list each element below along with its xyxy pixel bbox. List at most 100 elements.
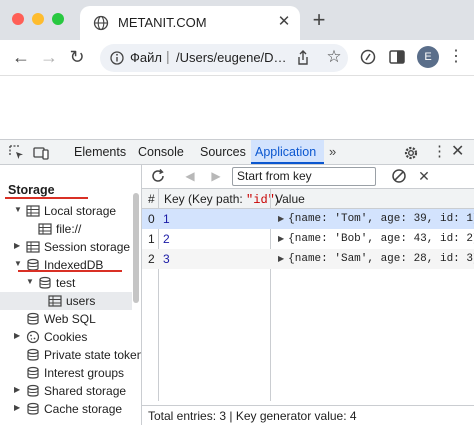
profile-avatar[interactable]: E (417, 46, 439, 68)
row-value[interactable]: ▶ {name: 'Sam', age: 28, id: 3} (278, 253, 474, 265)
column-header-key: Key (Key path: "id") (164, 192, 279, 207)
row-value[interactable]: ▶ {name: 'Tom', age: 39, id: 1} (278, 213, 474, 225)
delete-selected-icon[interactable]: ✕ (416, 168, 432, 184)
sidebar-item-test-db[interactable]: ▼ test (0, 274, 132, 292)
sidebar-scrollbar[interactable] (133, 193, 139, 303)
sidebar-item-label: users (66, 294, 96, 308)
sidebar-item-interest-groups[interactable]: Interest groups (0, 364, 132, 382)
device-toolbar-icon[interactable] (32, 144, 50, 162)
back-button[interactable]: ← (9, 45, 33, 69)
devtools-tab-application[interactable]: Application (251, 140, 324, 164)
expanded-arrow-icon[interactable]: ▼ (14, 259, 22, 268)
table-row[interactable]: 1 2 ▶ {name: 'Bob', age: 43, id: 2} (142, 229, 474, 249)
settings-gear-icon[interactable] (402, 144, 420, 162)
devtools-tabbar: Elements Console Sources Application » ⋮… (0, 139, 474, 165)
key-header-prefix: Key (Key path: (164, 192, 247, 206)
bookmark-star-icon[interactable]: ☆ (324, 47, 344, 67)
row-index: 1 (148, 232, 155, 246)
row-value[interactable]: ▶ {name: 'Bob', age: 43, id: 2} (278, 233, 474, 245)
forward-button[interactable]: → (37, 45, 61, 69)
cookie-icon (26, 330, 40, 344)
devtools-tab-sources[interactable]: Sources (196, 140, 250, 164)
table-icon (48, 295, 62, 307)
row-value-text: {name: 'Bob', age: 43, id: 2} (288, 233, 474, 245)
minimize-window-button[interactable] (32, 13, 44, 25)
browser-menu-icon[interactable]: ⋮ (448, 46, 464, 68)
sidebar-item-shared-storage[interactable]: ▶ Shared storage (0, 382, 132, 400)
tab-close-icon[interactable]: ✕ (276, 14, 292, 30)
refresh-icon[interactable] (150, 168, 166, 184)
expanded-arrow-icon[interactable]: ▼ (26, 277, 34, 286)
collapsed-arrow-icon[interactable]: ▶ (14, 331, 20, 340)
sidebar-item-label: Session storage (44, 240, 131, 254)
sidebar-item-file[interactable]: file:// (0, 220, 132, 238)
sidebar-item-label: Local storage (44, 204, 117, 218)
address-path: /Users/eugene/D… (176, 50, 287, 65)
sidebar-item-label: test (56, 276, 76, 290)
row-key: 3 (163, 252, 170, 266)
sidebar-item-session-storage[interactable]: ▶ Session storage (0, 238, 132, 256)
browser-tab[interactable]: METANIT.COM ✕ (80, 6, 300, 40)
database-icon (27, 384, 39, 397)
more-tabs-icon[interactable]: » (329, 144, 336, 159)
application-sidebar: Storage ▼ Local storage file:// ▶ Sessio… (0, 165, 142, 425)
sidebar-item-users-store[interactable]: users (0, 292, 132, 310)
devtools-close-icon[interactable]: ✕ (451, 141, 464, 161)
tab-title: METANIT.COM (118, 15, 207, 30)
database-icon (27, 366, 39, 379)
sidebar-item-cache-storage[interactable]: ▶ Cache storage (0, 400, 132, 418)
sidebar-item-label: file:// (56, 222, 82, 236)
expand-value-icon[interactable]: ▶ (278, 255, 284, 264)
indexeddb-panel: ◀ ▶ Start from key ✕ # Key (Key path: "i… (142, 165, 474, 425)
database-icon (39, 276, 51, 289)
address-bar[interactable]: Файл | /Users/eugene/D… ☆ (100, 44, 348, 72)
clear-object-store-icon[interactable] (391, 168, 407, 184)
devtools-tab-console[interactable]: Console (134, 140, 188, 164)
table-icon (26, 205, 40, 217)
sidepanel-icon[interactable] (386, 46, 408, 68)
browser-toolbar: ← → ↻ Файл | /Users/eugene/D… ☆ E ⋮ (0, 40, 474, 76)
table-header: # Key (Key path: "id") Value (142, 189, 474, 209)
sidebar-item-web-sql[interactable]: Web SQL (0, 310, 132, 328)
collapsed-arrow-icon[interactable]: ▶ (14, 241, 20, 250)
sidebar-item-private-state-tokens[interactable]: Private state token (0, 346, 141, 364)
close-window-button[interactable] (12, 13, 24, 25)
table-row[interactable]: 2 3 ▶ {name: 'Sam', age: 28, id: 3} (142, 249, 474, 269)
sidebar-item-local-storage[interactable]: ▼ Local storage (0, 202, 132, 220)
sidebar-item-label: Cache storage (44, 402, 123, 416)
site-info-icon[interactable] (106, 47, 128, 69)
expand-value-icon[interactable]: ▶ (278, 235, 284, 244)
expanded-arrow-icon[interactable]: ▼ (14, 205, 22, 214)
row-index: 2 (148, 252, 155, 266)
annotation-underline-indexeddb (18, 270, 122, 272)
sidebar-item-label: Shared storage (44, 384, 127, 398)
previous-page-icon[interactable]: ◀ (182, 168, 198, 184)
reload-button[interactable]: ↻ (65, 45, 89, 69)
row-key: 1 (163, 212, 170, 226)
devtools-tab-elements[interactable]: Elements (70, 140, 130, 164)
table-icon (38, 223, 52, 235)
entries-summary: Total entries: 3 | Key generator value: … (142, 405, 474, 425)
storage-heading: Storage (8, 183, 55, 197)
database-icon (27, 312, 39, 325)
extension-icon[interactable] (357, 46, 379, 68)
table-row[interactable]: 0 1 ▶ {name: 'Tom', age: 39, id: 1} (142, 209, 474, 229)
start-from-key-input[interactable]: Start from key (232, 167, 376, 186)
next-page-icon[interactable]: ▶ (208, 168, 224, 184)
database-icon (27, 348, 39, 361)
new-tab-button[interactable]: + (308, 9, 330, 31)
row-value-text: {name: 'Tom', age: 39, id: 1} (288, 213, 474, 225)
collapsed-arrow-icon[interactable]: ▶ (14, 403, 20, 412)
sidebar-item-cookies[interactable]: ▶ Cookies (0, 328, 132, 346)
collapsed-arrow-icon[interactable]: ▶ (14, 385, 20, 394)
share-icon[interactable] (294, 49, 312, 67)
database-icon (27, 402, 39, 415)
expand-value-icon[interactable]: ▶ (278, 215, 284, 224)
column-header-value: Value (275, 192, 305, 206)
sidebar-item-label: Private state token (44, 348, 142, 362)
inspect-element-icon[interactable] (8, 144, 26, 162)
address-separator: | (166, 48, 170, 64)
devtools-menu-icon[interactable]: ⋮ (432, 142, 447, 160)
column-header-index: # (148, 192, 155, 206)
maximize-window-button[interactable] (52, 13, 64, 25)
